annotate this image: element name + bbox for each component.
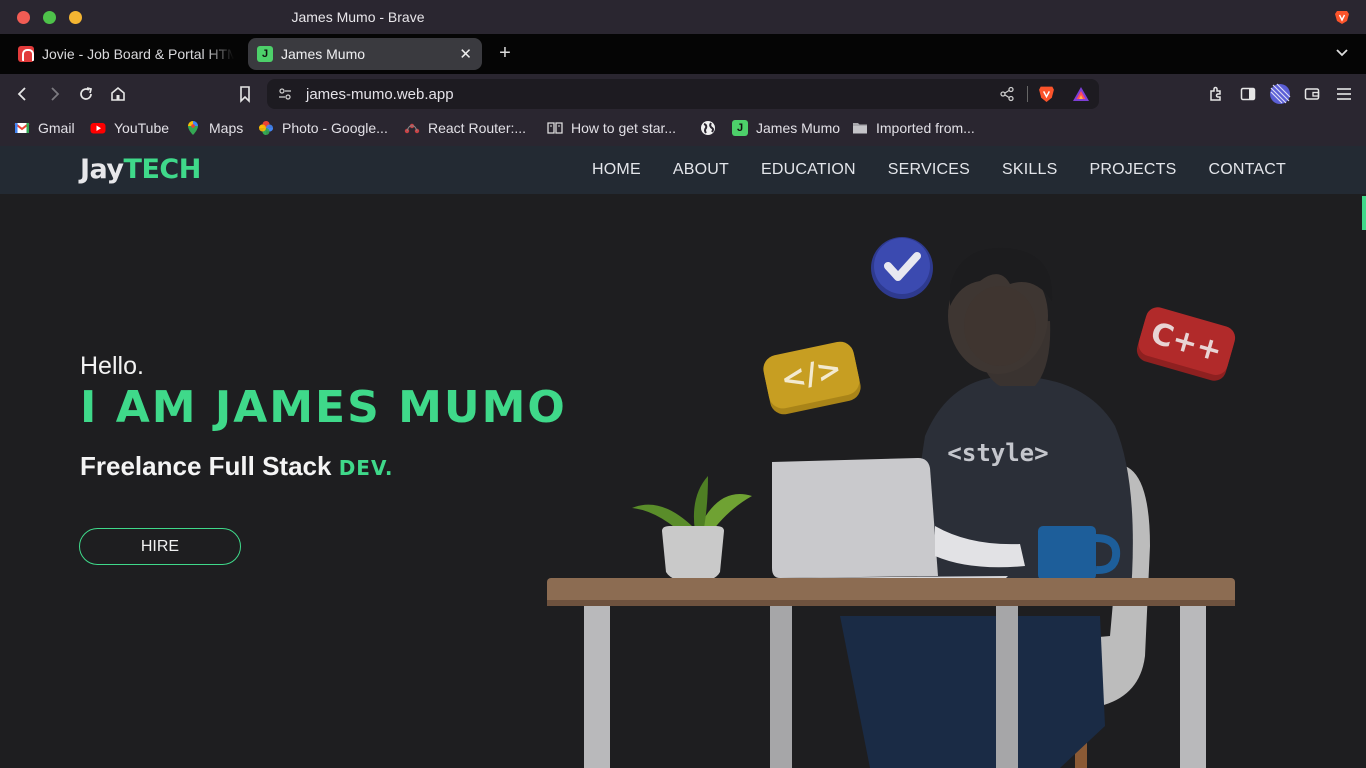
- bookmark-imported-folder[interactable]: Imported from...: [852, 120, 975, 136]
- tab-jovie[interactable]: Jovie - Job Board & Portal HTML: [10, 38, 238, 70]
- j-favicon-icon: J: [257, 46, 273, 62]
- hero-role-text: Freelance Full Stack: [80, 451, 332, 481]
- hero-greeting: Hello.: [80, 352, 144, 380]
- window-title: James Mumo - Brave: [291, 9, 425, 25]
- folder-icon: [853, 123, 867, 134]
- hero-role-accent: DEV.: [338, 456, 394, 480]
- nav-services[interactable]: SERVICES: [888, 161, 970, 179]
- hire-button[interactable]: HIRE: [79, 528, 241, 565]
- bookmark-label: React Router:...: [428, 120, 527, 136]
- hero-role: Freelance Full Stack DEV.: [80, 451, 393, 482]
- menu-icon[interactable]: [1334, 84, 1354, 104]
- maps-icon: [188, 121, 198, 135]
- close-tab-icon[interactable]: ✕: [459, 45, 472, 63]
- nav-projects[interactable]: PROJECTS: [1090, 161, 1177, 179]
- google-photos-icon: [259, 121, 273, 135]
- site-logo[interactable]: JayTECH: [80, 154, 201, 185]
- new-tab-button[interactable]: +: [496, 42, 514, 65]
- sidebar-icon[interactable]: [1238, 84, 1258, 104]
- check-badge-icon: [871, 237, 933, 299]
- tab-label: Jovie - Job Board & Portal HTML: [42, 46, 234, 62]
- gmail-icon: [14, 122, 30, 133]
- bookmark-how-to-get-started[interactable]: How to get star...: [547, 120, 676, 136]
- website-viewport: JayTECH HOME ABOUT EDUCATION SERVICES SK…: [0, 146, 1366, 768]
- brave-rewards-icon[interactable]: [1072, 86, 1090, 102]
- globe-icon: [701, 121, 715, 135]
- hero-name: I AM JAMES MUMO: [80, 382, 567, 433]
- react-router-icon: [404, 123, 420, 134]
- nav-home[interactable]: HOME: [592, 161, 641, 179]
- window-titlebar: James Mumo - Brave: [0, 0, 1366, 34]
- bookmark-label: James Mumo: [756, 120, 841, 136]
- cpp-badge-icon: C++: [1136, 307, 1236, 381]
- bookmark-label: Maps: [209, 120, 244, 136]
- share-icon[interactable]: [999, 86, 1015, 102]
- developer-illustration: </> C++ <style>: [547, 237, 1236, 768]
- site-settings-icon[interactable]: [277, 86, 293, 102]
- brave-lion-icon[interactable]: [1334, 9, 1350, 25]
- reload-icon[interactable]: [76, 84, 96, 104]
- youtube-icon: [90, 123, 106, 134]
- book-icon: [547, 122, 563, 134]
- site-menu: HOME ABOUT EDUCATION SERVICES SKILLS PRO…: [592, 161, 1286, 179]
- bookmark-gmail[interactable]: Gmail: [14, 120, 75, 136]
- bookmark-label: YouTube: [114, 120, 170, 136]
- tab-label: James Mumo: [281, 46, 366, 62]
- bookmark-youtube[interactable]: YouTube: [90, 120, 169, 136]
- site-navbar: JayTECH HOME ABOUT EDUCATION SERVICES SK…: [0, 146, 1366, 194]
- bookmarks-bar: Gmail YouTube Maps Photo - Google... Rea…: [0, 114, 1366, 146]
- browser-toolbar: james-mumo.web.app: [0, 74, 1366, 114]
- forward-icon[interactable]: [44, 84, 64, 104]
- extensions-icon[interactable]: [1206, 84, 1226, 104]
- bookmark-maps[interactable]: Maps: [185, 120, 243, 136]
- code-badge-icon: </>: [763, 341, 861, 415]
- address-bar[interactable]: james-mumo.web.app: [267, 79, 1099, 109]
- bookmark-label: How to get star...: [571, 120, 677, 136]
- brave-shields-icon[interactable]: [1038, 85, 1055, 103]
- logo-part-jay: Jay: [80, 154, 124, 185]
- chevron-down-icon[interactable]: [1334, 44, 1350, 60]
- bookmark-label: Photo - Google...: [282, 120, 388, 136]
- back-icon[interactable]: [13, 84, 33, 104]
- url-separator: [1027, 86, 1028, 102]
- nav-skills[interactable]: SKILLS: [1002, 161, 1057, 179]
- bookmark-icon[interactable]: [235, 84, 255, 104]
- bookmark-globe[interactable]: [700, 120, 724, 136]
- nav-education[interactable]: EDUCATION: [761, 161, 856, 179]
- tab-bar: Jovie - Job Board & Portal HTML J James …: [0, 34, 1366, 74]
- logo-part-tech: TECH: [123, 154, 202, 185]
- nav-about[interactable]: ABOUT: [673, 161, 729, 179]
- bookmark-james-mumo[interactable]: J James Mumo: [732, 120, 840, 136]
- wallet-icon[interactable]: [1302, 84, 1322, 104]
- jovie-favicon-icon: [18, 46, 34, 62]
- j-favicon-icon: J: [732, 120, 748, 136]
- bookmark-label: Gmail: [38, 120, 75, 136]
- bookmark-label: Imported from...: [876, 120, 975, 136]
- nav-contact[interactable]: CONTACT: [1208, 161, 1286, 179]
- bookmark-react-router[interactable]: React Router:...: [404, 120, 526, 136]
- tab-james-mumo[interactable]: J James Mumo ✕: [248, 38, 482, 70]
- hoodie-text: <style>: [947, 439, 1048, 467]
- scroll-indicator[interactable]: [1362, 196, 1366, 230]
- bookmark-google-photos[interactable]: Photo - Google...: [258, 120, 388, 136]
- home-icon[interactable]: [108, 84, 128, 104]
- url-text[interactable]: james-mumo.web.app: [306, 86, 454, 103]
- profile-avatar-icon[interactable]: [1269, 83, 1291, 105]
